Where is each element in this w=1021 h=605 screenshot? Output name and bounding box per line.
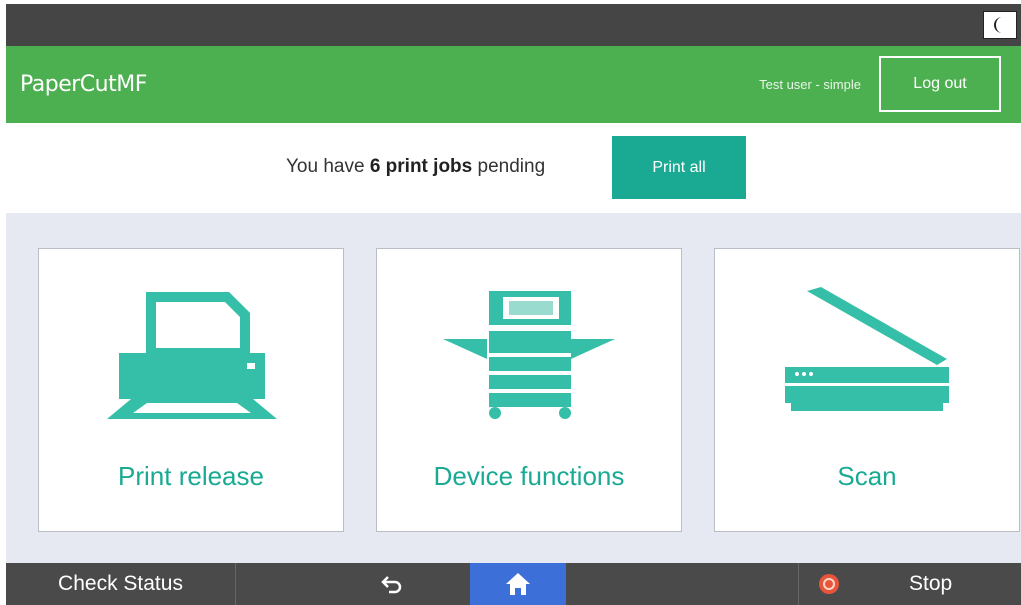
stop-label: Stop <box>909 572 953 595</box>
device-functions-label: Device functions <box>433 461 625 491</box>
pending-count: 6 print jobs <box>369 156 473 177</box>
pending-jobs-bar: You have 6 print jobs pending Print all <box>6 123 1021 213</box>
stop-button[interactable]: Stop <box>798 563 1021 605</box>
username-label: Test user - simple <box>759 77 861 92</box>
papercut-logo: PaperCutMF <box>20 72 147 97</box>
main-tiles-area: Print release Device functions Scan <box>6 213 1021 563</box>
copier-icon <box>443 291 615 419</box>
app-header: PaperCutMF Test user - simple Log out <box>6 46 1021 123</box>
print-all-button[interactable]: Print all <box>612 136 746 199</box>
night-mode-button[interactable] <box>983 11 1017 39</box>
back-arrow-icon <box>381 576 402 594</box>
stop-icon <box>819 574 839 594</box>
scan-label: Scan <box>837 461 897 491</box>
printer-icon <box>107 292 277 419</box>
home-button[interactable] <box>470 563 566 605</box>
logout-button[interactable]: Log out <box>879 56 1001 112</box>
device-functions-tile[interactable]: Device functions <box>376 248 682 532</box>
scan-tile[interactable]: Scan <box>714 248 1020 532</box>
pending-prefix: You have <box>286 156 370 177</box>
scanner-icon <box>785 287 949 411</box>
print-release-tile[interactable]: Print release <box>38 248 344 532</box>
system-bar <box>6 4 1021 46</box>
back-button[interactable] <box>372 571 412 597</box>
logo-suffix-text: MF <box>116 72 147 97</box>
pending-jobs-message: You have 6 print jobs pending <box>286 156 545 178</box>
pending-suffix: pending <box>472 156 546 177</box>
crescent-moon-icon <box>994 17 1002 33</box>
check-status-button[interactable]: Check Status <box>6 563 236 605</box>
device-bottom-bar: Check Status Stop <box>6 563 1021 605</box>
logo-main-text: PaperCut <box>20 72 117 97</box>
home-icon <box>506 573 530 595</box>
print-release-label: Print release <box>118 461 264 491</box>
